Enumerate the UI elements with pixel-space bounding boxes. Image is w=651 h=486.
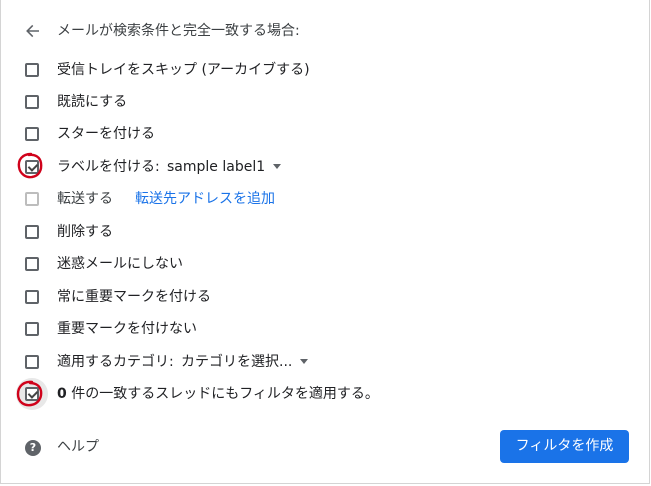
dropdown-caret-icon — [300, 358, 309, 364]
delete-checkbox[interactable] — [25, 225, 39, 239]
add-forwarding-address-link[interactable]: 転送先アドレスを追加 — [135, 191, 275, 208]
option-always-important: 常に重要マークを付ける — [1, 285, 601, 309]
always-important-checkbox[interactable] — [25, 290, 39, 304]
label-select-value: sample label1 — [167, 159, 266, 175]
never-spam-label: 迷惑メールにしない — [57, 256, 183, 272]
skip-inbox-label: 受信トレイをスキップ (アーカイブする) — [57, 62, 310, 78]
category-label: 適用するカテゴリ: — [57, 354, 174, 370]
never-important-checkbox[interactable] — [25, 322, 39, 336]
always-important-label: 常に重要マークを付ける — [57, 289, 211, 305]
category-select-dropdown[interactable]: カテゴリを選択... — [181, 353, 309, 374]
label-select-dropdown[interactable]: sample label1 — [167, 158, 282, 179]
star-label: スターを付ける — [57, 126, 155, 142]
option-apply-existing: 0 件の一致するスレッドにもフィルタを適用する。 — [1, 382, 601, 406]
apply-existing-label: 0 件の一致するスレッドにもフィルタを適用する。 — [57, 386, 379, 403]
category-select-value: カテゴリを選択... — [181, 354, 293, 370]
back-arrow-icon[interactable] — [23, 21, 43, 41]
forward-checkbox — [25, 192, 39, 206]
never-important-label: 重要マークを付けない — [57, 321, 197, 337]
skip-inbox-checkbox[interactable] — [25, 63, 39, 77]
option-skip-inbox: 受信トレイをスキップ (アーカイブする) — [1, 58, 601, 82]
apply-label-checkbox[interactable] — [25, 160, 39, 174]
option-delete: 削除する — [1, 220, 601, 244]
option-forward: 転送する 転送先アドレスを追加 — [1, 187, 601, 211]
option-never-spam: 迷惑メールにしない — [1, 252, 601, 276]
option-star: スターを付ける — [1, 122, 601, 146]
star-checkbox[interactable] — [25, 127, 39, 141]
dropdown-caret-icon — [273, 163, 282, 169]
help-icon[interactable]: ? — [25, 440, 41, 456]
panel-header: メールが検索条件と完全一致する場合: — [1, 16, 641, 46]
apply-existing-text: 件の一致するスレッドにもフィルタを適用する。 — [66, 386, 379, 402]
apply-existing-checkbox[interactable] — [25, 387, 39, 401]
option-never-important: 重要マークを付けない — [1, 317, 601, 341]
create-filter-button[interactable]: フィルタを作成 — [500, 430, 629, 463]
header-title: メールが検索条件と完全一致する場合: — [57, 23, 300, 39]
option-category: 適用するカテゴリ: カテゴリを選択... — [1, 350, 601, 374]
delete-label: 削除する — [57, 224, 113, 240]
help-label[interactable]: ヘルプ — [57, 438, 99, 456]
mark-read-label: 既読にする — [57, 94, 128, 110]
option-apply-label: ラベルを付ける: sample label1 — [1, 155, 601, 179]
option-mark-read: 既読にする — [1, 90, 601, 114]
apply-label-label: ラベルを付ける: — [57, 159, 160, 175]
category-checkbox[interactable] — [25, 355, 39, 369]
filter-actions-panel: メールが検索条件と完全一致する場合: 受信トレイをスキップ (アーカイブする) … — [0, 0, 650, 484]
mark-read-checkbox[interactable] — [25, 95, 39, 109]
matching-thread-count: 0 — [57, 386, 67, 402]
forward-label: 転送する — [57, 191, 113, 207]
never-spam-checkbox[interactable] — [25, 257, 39, 271]
